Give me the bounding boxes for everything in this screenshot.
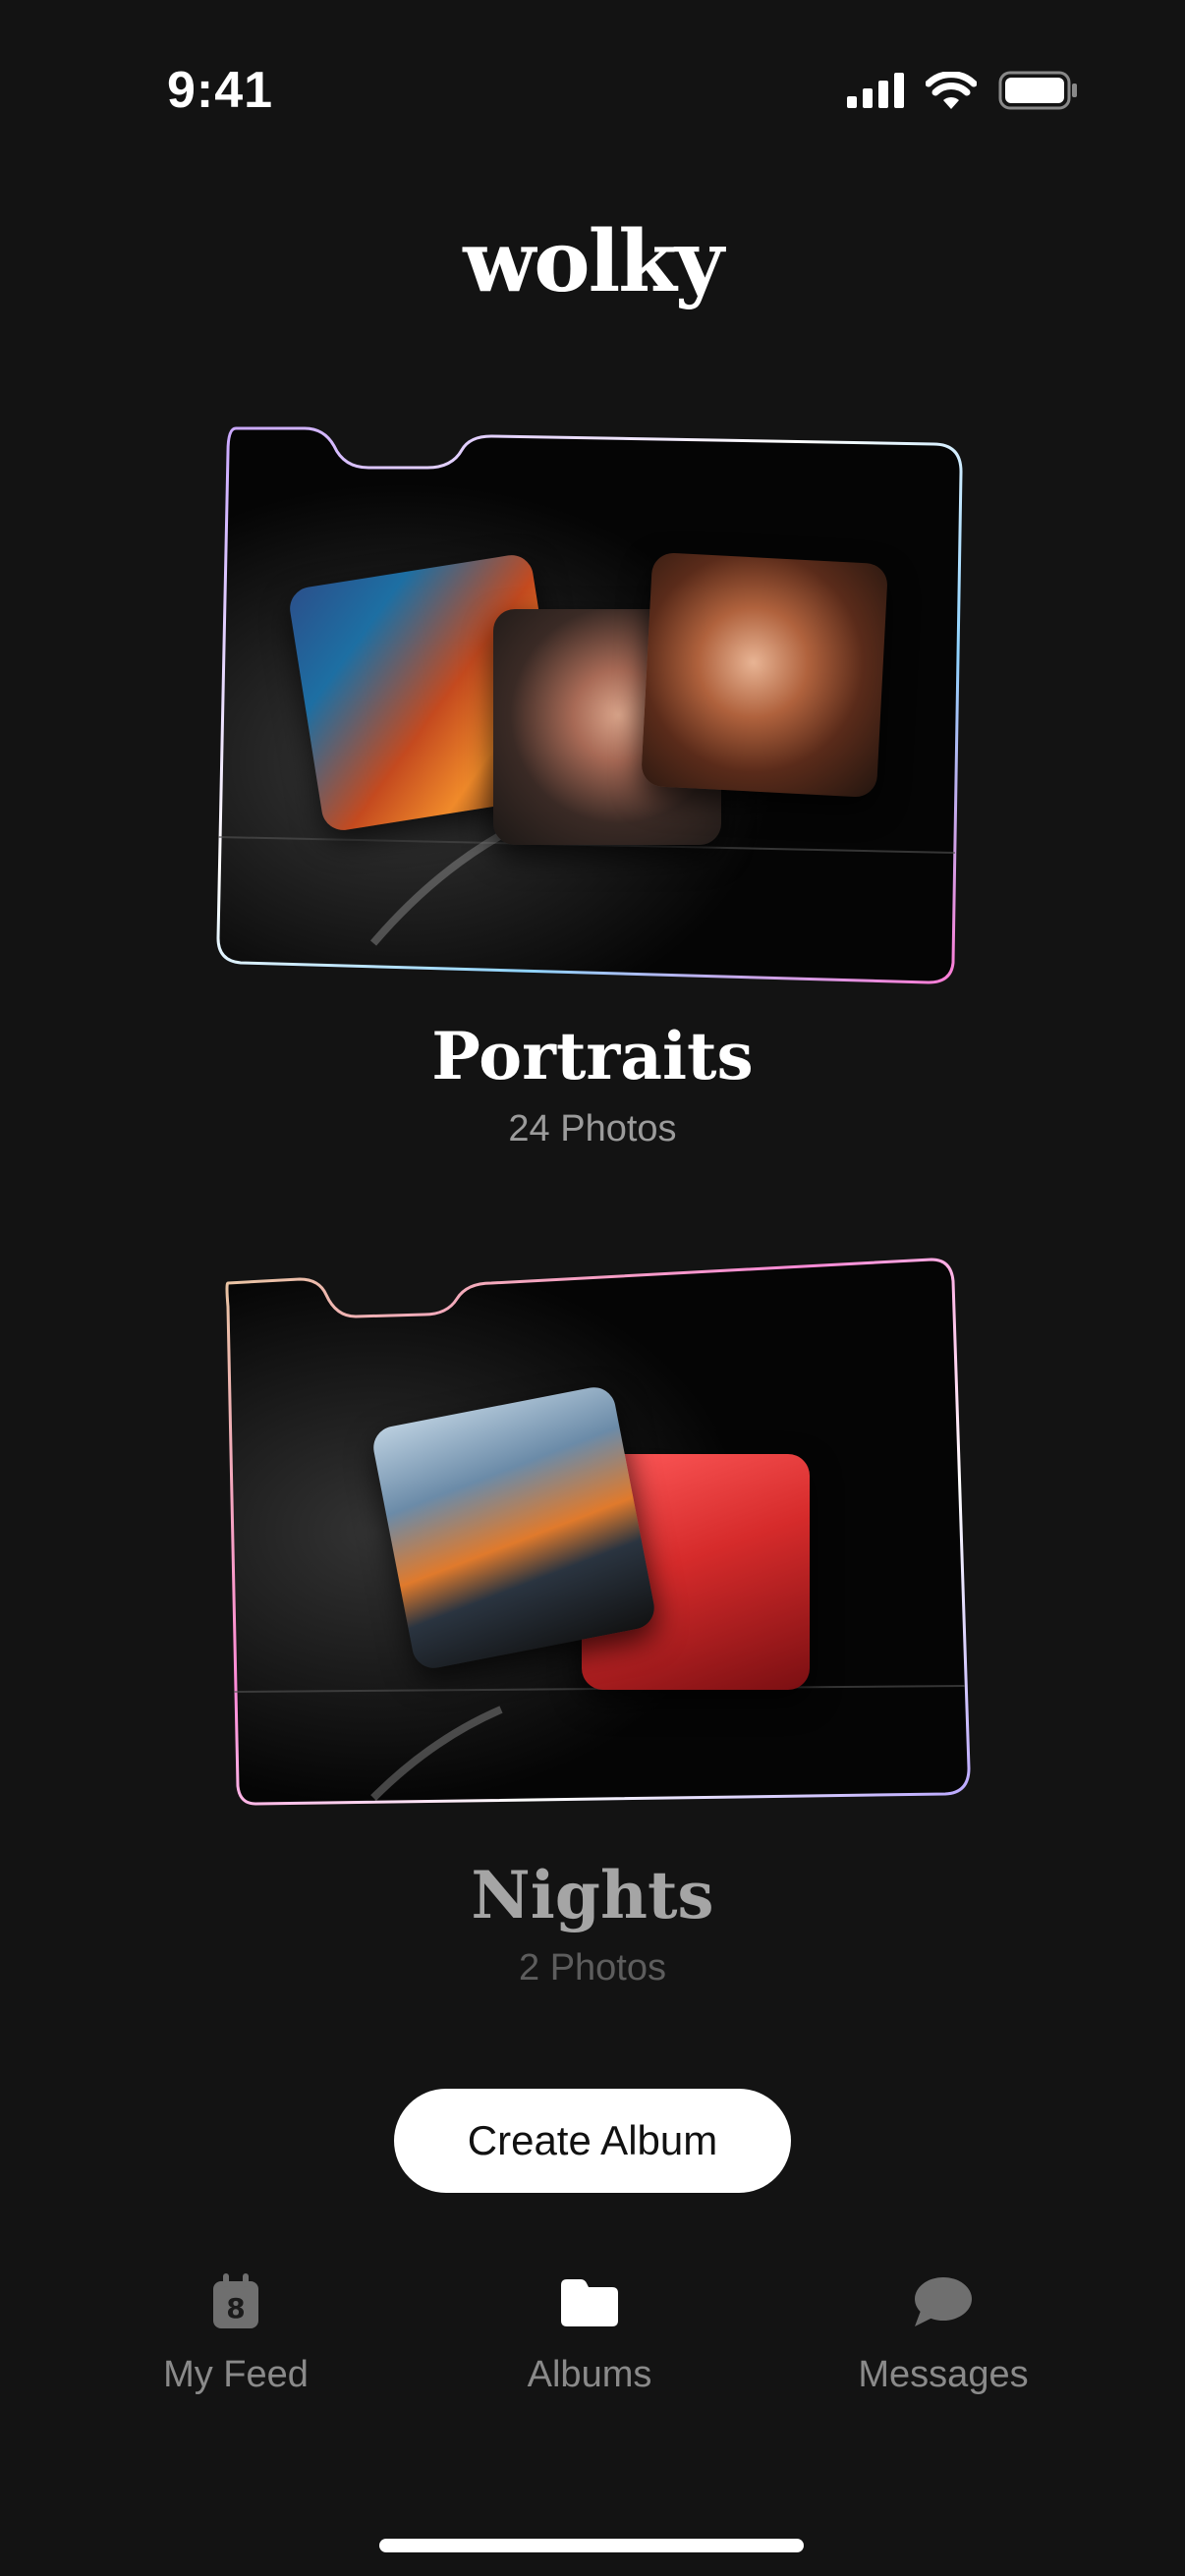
tab-label: Albums (527, 2354, 652, 2395)
home-indicator[interactable] (379, 2539, 804, 2552)
wifi-icon (926, 72, 977, 109)
album-card-nights[interactable] (206, 1248, 979, 1837)
album-title: Portraits (431, 1018, 754, 1094)
album-card-portraits[interactable] (206, 413, 979, 1002)
tab-label: Messages (858, 2354, 1029, 2395)
calendar-day: 8 (226, 2292, 245, 2324)
tab-albums[interactable]: Albums (442, 2269, 737, 2396)
chat-bubble-icon (796, 2269, 1091, 2334)
status-icons (847, 71, 1079, 110)
tab-messages[interactable]: Messages (796, 2269, 1091, 2396)
album-photo (640, 551, 889, 799)
status-time: 9:41 (167, 62, 274, 119)
folder-icon (442, 2269, 737, 2334)
album-photo-count: 2 Photos (519, 1947, 666, 1988)
app-logo: wolky (463, 212, 724, 311)
calendar-icon: 8 (88, 2269, 383, 2334)
battery-icon (998, 71, 1077, 110)
album-photo (369, 1383, 658, 1672)
tab-my-feed[interactable]: 8 My Feed (88, 2269, 383, 2396)
signal-icon (847, 73, 904, 108)
album-title: Nights (471, 1857, 714, 1933)
create-album-button[interactable]: Create Album (394, 2089, 791, 2193)
album-photo-count: 24 Photos (508, 1108, 677, 1149)
tab-label: My Feed (163, 2354, 309, 2395)
